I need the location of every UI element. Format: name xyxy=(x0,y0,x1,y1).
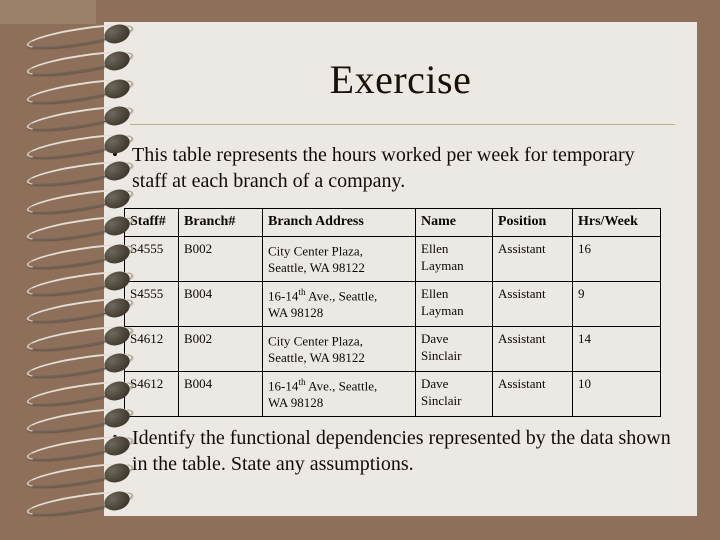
address-line-2: Seattle, WA 98122 xyxy=(268,260,365,276)
table-row: S4555 B004 16-14th Ave., Seattle, WA 981… xyxy=(124,281,661,327)
table-row: S4555 B002 City Center Plaza, Seattle, W… xyxy=(124,236,661,282)
address-line-1b: Ave., Seattle, xyxy=(305,288,378,304)
column-header-hrsweek: Hrs/Week xyxy=(572,208,661,237)
cell-staff: S4612 xyxy=(124,371,179,417)
page-title: Exercise xyxy=(329,57,472,102)
cell-hrs: 9 xyxy=(572,281,661,327)
address-line-1: City Center Plaza, xyxy=(268,243,363,259)
cell-hrs: 10 xyxy=(572,371,661,417)
cell-branch: B004 xyxy=(178,371,263,417)
bullet-text-1: This table represents the hours worked p… xyxy=(132,144,635,192)
cell-name: Ellen Layman xyxy=(415,236,493,282)
bullet-text-2: Identify the functional dependencies rep… xyxy=(132,427,671,475)
cell-address: City Center Plaza, Seattle, WA 98122 xyxy=(262,236,416,282)
cell-position: Assistant xyxy=(492,281,573,327)
address-ordinal-suffix: th xyxy=(298,288,306,298)
cell-name: Ellen Layman xyxy=(415,281,493,327)
bullet-dot-icon: • xyxy=(112,145,118,164)
cell-staff: S4612 xyxy=(124,326,179,372)
column-header-position: Position xyxy=(492,208,573,237)
address-line-2: Seattle, WA 98122 xyxy=(268,350,365,366)
cell-staff: S4555 xyxy=(124,281,179,327)
name-first: Dave xyxy=(421,331,449,346)
cell-hrs: 16 xyxy=(572,236,661,282)
cell-branch: B004 xyxy=(178,281,263,327)
table-row: S4612 B004 16-14th Ave., Seattle, WA 981… xyxy=(124,371,661,417)
name-first: Ellen xyxy=(421,241,449,256)
name-last: Sinclair xyxy=(421,348,462,363)
cell-name: Dave Sinclair xyxy=(415,371,493,417)
bullet-item-1: • This table represents the hours worked… xyxy=(110,142,670,194)
cell-address: 16-14th Ave., Seattle, WA 98128 xyxy=(262,281,416,327)
cell-address: City Center Plaza, Seattle, WA 98122 xyxy=(262,326,416,372)
column-header-address: Branch Address xyxy=(262,208,416,237)
address-line-1: 16-14 xyxy=(268,288,299,304)
table-row: S4612 B002 City Center Plaza, Seattle, W… xyxy=(124,326,661,372)
cell-position: Assistant xyxy=(492,236,573,282)
table-header-row: Staff# Branch# Branch Address Name Posit… xyxy=(124,208,661,237)
data-table-container: Staff# Branch# Branch Address Name Posit… xyxy=(124,208,661,417)
cell-position: Assistant xyxy=(492,326,573,372)
name-last: Layman xyxy=(421,258,464,273)
name-first: Ellen xyxy=(421,286,449,301)
cell-address: 16-14th Ave., Seattle, WA 98128 xyxy=(262,371,416,417)
background-patch xyxy=(0,0,96,24)
cell-position: Assistant xyxy=(492,371,573,417)
address-line-2: WA 98128 xyxy=(268,395,324,411)
column-header-branch: Branch# xyxy=(178,208,263,237)
cell-branch: B002 xyxy=(178,236,263,282)
cell-hrs: 14 xyxy=(572,326,661,372)
cell-staff: S4555 xyxy=(124,236,179,282)
cell-branch: B002 xyxy=(178,326,263,372)
column-header-staff: Staff# xyxy=(124,208,179,237)
cell-name: Dave Sinclair xyxy=(415,326,493,372)
notebook-page: Exercise • This table represents the hou… xyxy=(104,22,697,516)
address-line-1: City Center Plaza, xyxy=(268,333,363,349)
bullet-dot-icon: • xyxy=(112,428,118,447)
staff-hours-table: Staff# Branch# Branch Address Name Posit… xyxy=(124,208,661,417)
name-first: Dave xyxy=(421,376,449,391)
column-header-name: Name xyxy=(415,208,493,237)
bullet-item-2: • Identify the functional dependencies r… xyxy=(110,425,685,477)
name-last: Sinclair xyxy=(421,393,462,408)
name-last: Layman xyxy=(421,303,464,318)
address-line-1b: Ave., Seattle, xyxy=(305,378,378,394)
title-divider xyxy=(130,124,675,125)
slide: Exercise • This table represents the hou… xyxy=(0,0,720,540)
address-line-2: WA 98128 xyxy=(268,305,324,321)
address-ordinal-suffix: th xyxy=(298,378,306,388)
address-line-1: 16-14 xyxy=(268,378,299,394)
